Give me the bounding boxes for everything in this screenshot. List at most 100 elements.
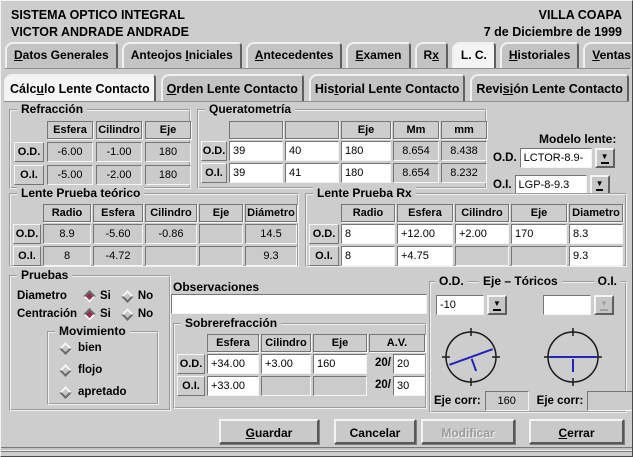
dropdown-arrow-icon: ▼ bbox=[493, 300, 501, 311]
col-header-av: A.V. bbox=[369, 334, 425, 352]
rx-oi-cilindro bbox=[455, 246, 509, 266]
sobre-oi-esfera-input[interactable] bbox=[207, 376, 259, 396]
ejes-od-combo-input[interactable] bbox=[436, 295, 484, 315]
col-header: Esfera bbox=[207, 334, 259, 352]
rx-od-radio-input[interactable] bbox=[341, 224, 395, 244]
ejes-oi-combo-input[interactable] bbox=[543, 295, 591, 315]
row-label-od: O.D. bbox=[14, 142, 44, 162]
querato-od-eje-input[interactable] bbox=[341, 141, 391, 161]
oi-eje-corr-label: Eje corr: bbox=[537, 395, 584, 407]
centracion-no-radio[interactable] bbox=[121, 308, 134, 321]
sobrerefraccion-group: Sobrerefracción Esfera Cilindro Eje A.V.… bbox=[173, 323, 427, 409]
sobre-oi-eje bbox=[313, 376, 367, 396]
movimiento-flojo-label: flojo bbox=[78, 364, 102, 376]
header-right: VILLA COAPA 7 de Diciembre de 1999 bbox=[484, 7, 622, 41]
refraccion-od-cilindro: -1.00 bbox=[96, 142, 142, 162]
col-header: Diametro bbox=[569, 204, 623, 222]
centracion-si-label: Si bbox=[100, 308, 111, 320]
teorico-oi-esfera: -4.72 bbox=[93, 246, 143, 266]
tab-anteojos-iniciales[interactable]: Anteojos Iniciales bbox=[122, 42, 242, 68]
diametro-si-radio[interactable] bbox=[83, 290, 96, 303]
sobre-od-esfera-input[interactable] bbox=[207, 354, 259, 374]
sobre-od-av-input[interactable] bbox=[393, 354, 425, 374]
tab-lc[interactable]: L. C. bbox=[452, 42, 496, 68]
od-eje-corr-label: Eje corr: bbox=[434, 395, 481, 407]
observaciones-input[interactable] bbox=[171, 294, 427, 314]
refraccion-group: Refracción Esfera Cilindro Eje O.D. -6.0… bbox=[9, 109, 191, 189]
centracion-label: Centración bbox=[17, 308, 79, 320]
sobre-oi-cilindro bbox=[261, 376, 311, 396]
corner-spacer bbox=[13, 204, 41, 222]
querato-oi-eje-input[interactable] bbox=[341, 163, 391, 183]
modelo-oi-dropdown-button[interactable]: ▼ bbox=[590, 175, 610, 195]
ejes-od-label: O.D. bbox=[435, 274, 468, 288]
current-date: 7 de Diciembre de 1999 bbox=[484, 24, 622, 41]
querato-oi-mm1: 8.654 bbox=[393, 163, 439, 183]
sobre-od-cilindro-input[interactable] bbox=[261, 354, 311, 374]
teorico-od-eje bbox=[199, 224, 243, 244]
dropdown-arrow-icon: ▼ bbox=[601, 153, 609, 164]
col-header: Cilindro bbox=[96, 121, 142, 139]
diametro-no-radio[interactable] bbox=[121, 290, 134, 303]
rx-od-esfera-input[interactable] bbox=[397, 224, 453, 244]
modelo-oi-combo-input[interactable] bbox=[515, 175, 587, 195]
modelo-lente-od-row: O.D. ▼ bbox=[493, 148, 615, 168]
cancelar-button[interactable]: Cancelar bbox=[334, 419, 416, 444]
dropdown-arrow-icon: ▼ bbox=[600, 300, 608, 311]
ejes-od-dropdown-button[interactable]: ▼ bbox=[487, 295, 507, 315]
movimiento-flojo-radio[interactable] bbox=[59, 364, 72, 377]
querato-od-k1-input[interactable] bbox=[229, 141, 283, 161]
col-header: Diámetro bbox=[245, 204, 297, 222]
av-prefix: 20/ bbox=[369, 376, 391, 396]
diametro-label: Diametro bbox=[17, 290, 79, 302]
rx-oi-radio-input[interactable] bbox=[341, 246, 395, 266]
teorico-od-cilindro: -0.86 bbox=[145, 224, 197, 244]
sobre-od-eje-input[interactable] bbox=[313, 354, 367, 374]
tab-rx[interactable]: Rx bbox=[415, 42, 448, 68]
guardar-button[interactable]: Guardar bbox=[219, 419, 319, 444]
querato-od-mm2: 8.438 bbox=[441, 141, 487, 161]
tab-revision-lente-contacto[interactable]: Revisión Lente Contacto bbox=[470, 74, 629, 101]
rx-oi-diametro-input[interactable] bbox=[569, 246, 623, 266]
sobre-oi-av-input[interactable] bbox=[393, 376, 425, 396]
av-prefix: 20/ bbox=[369, 354, 391, 374]
tab-historial-lente-contacto[interactable]: Historial Lente Contacto bbox=[309, 74, 465, 101]
corner-spacer bbox=[177, 334, 205, 352]
col-header: Esfera bbox=[397, 204, 453, 222]
lente-prueba-rx-group: Lente Prueba Rx Radio Esfera Cilindro Ej… bbox=[305, 193, 627, 267]
header-left: SISTEMA OPTICO INTEGRAL VICTOR ANDRADE A… bbox=[11, 7, 189, 41]
ejes-oi-label: O.I. bbox=[594, 274, 621, 288]
querato-od-k2-input[interactable] bbox=[285, 141, 339, 161]
lente-prueba-teorico-title: Lente Prueba teórico bbox=[17, 186, 144, 200]
row-label-od: O.D. bbox=[13, 224, 41, 244]
col-header: Eje bbox=[341, 121, 391, 139]
tab-orden-lente-contacto[interactable]: Orden Lente Contacto bbox=[161, 74, 304, 101]
querato-oi-k1-input[interactable] bbox=[229, 163, 283, 183]
tab-datos-generales[interactable]: Datos Generales bbox=[5, 42, 118, 68]
tab-calculo-lente-contacto[interactable]: Cálculo Lente Contacto bbox=[4, 74, 156, 101]
rx-oi-eje bbox=[511, 246, 567, 266]
modelo-od-dropdown-button[interactable]: ▼ bbox=[595, 148, 615, 168]
centracion-si-radio[interactable] bbox=[83, 308, 96, 321]
teorico-od-esfera: -5.60 bbox=[93, 224, 143, 244]
querato-oi-k2-input[interactable] bbox=[285, 163, 339, 183]
col-header: Radio bbox=[43, 204, 91, 222]
modelo-lente-title: Modelo lente: bbox=[539, 132, 616, 146]
tab-antecedentes[interactable]: Antecedentes bbox=[246, 42, 343, 68]
lc-sub-tab-bar: Cálculo Lente Contacto Orden Lente Conta… bbox=[4, 74, 629, 102]
movimiento-apretado-radio[interactable] bbox=[59, 386, 72, 399]
modelo-od-combo-input[interactable] bbox=[520, 148, 592, 168]
col-header: Eje bbox=[145, 121, 191, 139]
rx-od-diametro-input[interactable] bbox=[569, 224, 623, 244]
tab-ventas[interactable]: Ventas bbox=[583, 42, 633, 68]
rx-oi-esfera-input[interactable] bbox=[397, 246, 453, 266]
tab-examen[interactable]: Examen bbox=[346, 42, 410, 68]
rx-od-cilindro-input[interactable] bbox=[455, 224, 509, 244]
app-window: SISTEMA OPTICO INTEGRAL VICTOR ANDRADE A… bbox=[0, 0, 633, 457]
tab-historiales[interactable]: Historiales bbox=[500, 42, 579, 68]
movimiento-bien-radio[interactable] bbox=[59, 342, 72, 355]
app-title: SISTEMA OPTICO INTEGRAL bbox=[11, 7, 189, 24]
rx-od-eje-input[interactable] bbox=[511, 224, 567, 244]
modificar-button-disabled: Modificar bbox=[421, 419, 515, 444]
cerrar-button[interactable]: Cerrar bbox=[529, 419, 624, 444]
